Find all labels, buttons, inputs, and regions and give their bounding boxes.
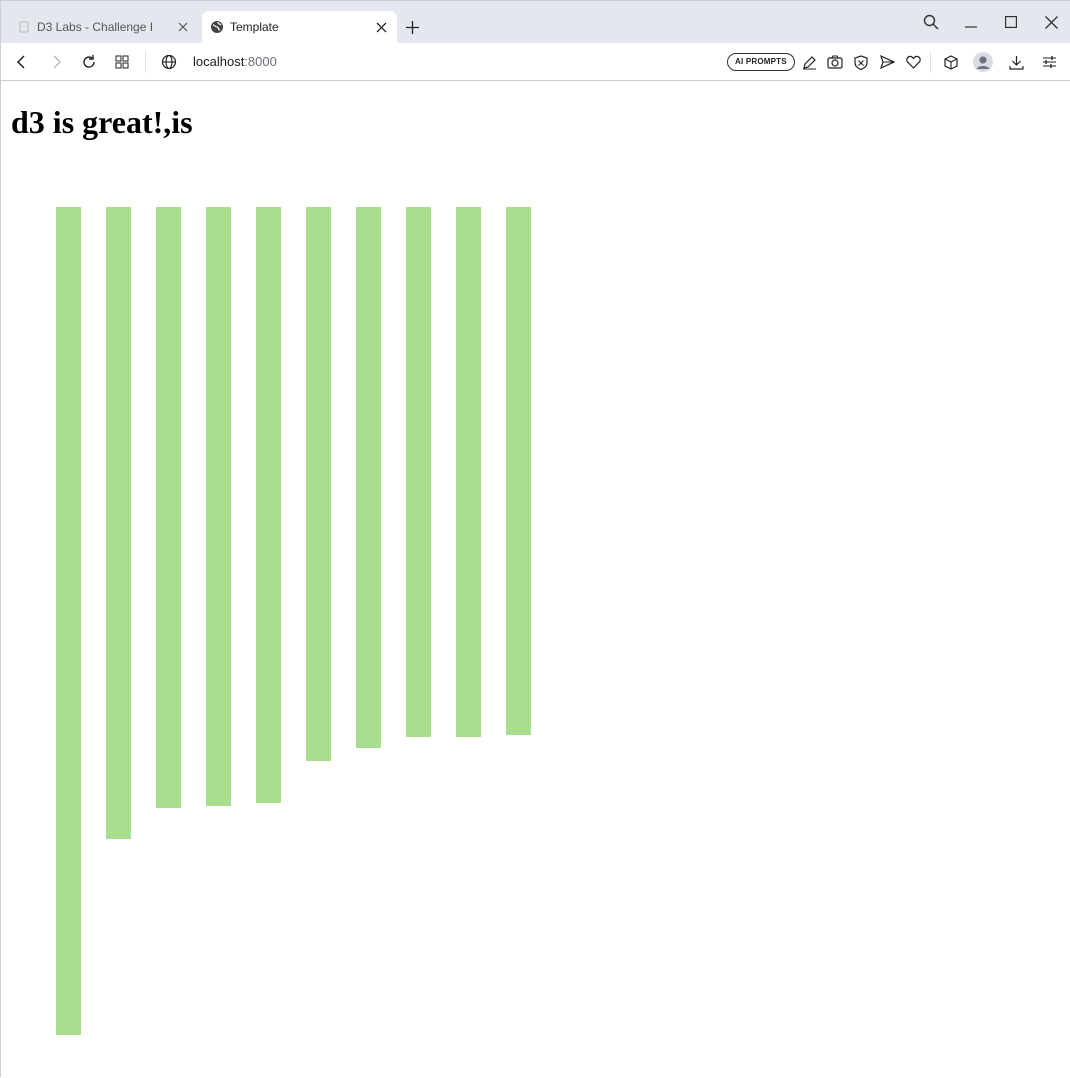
close-tab-icon[interactable] [175, 19, 191, 35]
send-icon[interactable] [877, 52, 897, 72]
page-icon [17, 20, 31, 34]
bar-6 [306, 207, 331, 761]
minimize-icon[interactable] [960, 11, 982, 33]
bar-9 [456, 207, 481, 737]
close-tab-icon[interactable] [373, 19, 389, 35]
avatar[interactable] [973, 52, 993, 72]
bar-3 [156, 207, 181, 808]
bar-8 [406, 207, 431, 737]
page-content: d3 is great!,is [1, 82, 1070, 1078]
tab-template[interactable]: Template [202, 11, 397, 43]
address-bar[interactable]: localhost:8000 [193, 54, 277, 69]
new-tab-button[interactable] [403, 18, 421, 36]
speed-dial-icon[interactable] [112, 52, 132, 72]
close-window-icon[interactable] [1040, 11, 1062, 33]
heart-icon[interactable] [903, 52, 923, 72]
search-tabs-icon[interactable] [920, 11, 942, 33]
camera-icon[interactable] [825, 52, 845, 72]
url-port: :8000 [244, 54, 277, 69]
toolbar-divider [930, 51, 931, 73]
globe-icon [210, 20, 224, 34]
reload-icon[interactable] [79, 52, 99, 72]
tab-d3-labs[interactable]: D3 Labs - Challenge I [9, 11, 199, 43]
tab-label: Template [230, 20, 279, 34]
shield-block-icon[interactable] [851, 52, 871, 72]
ai-prompts-button[interactable]: AI PROMPTS [727, 53, 795, 71]
settings-sliders-icon[interactable] [1039, 52, 1059, 72]
back-icon[interactable] [12, 52, 32, 72]
url-host: localhost [193, 54, 245, 69]
bar-chart [56, 207, 531, 1035]
tab-strip: D3 Labs - Challenge I Template [1, 1, 1070, 43]
bar-5 [256, 207, 281, 803]
cube-icon[interactable] [941, 52, 961, 72]
forward-icon[interactable] [46, 52, 66, 72]
site-info-globe-icon[interactable] [159, 52, 179, 72]
bar-4 [206, 207, 231, 806]
bar-2 [106, 207, 131, 839]
edit-icon[interactable] [799, 52, 819, 72]
toolbar-divider [145, 51, 146, 73]
bar-10 [506, 207, 531, 735]
navigation-toolbar: localhost:8000 AI PROMPTS [1, 43, 1070, 81]
tab-label: D3 Labs - Challenge I [37, 20, 154, 34]
download-icon[interactable] [1006, 52, 1026, 72]
browser-window: D3 Labs - Challenge I Template localhost… [0, 0, 1070, 1078]
bar-7 [356, 207, 381, 748]
maximize-icon[interactable] [1000, 11, 1022, 33]
bar-1 [56, 207, 81, 1035]
